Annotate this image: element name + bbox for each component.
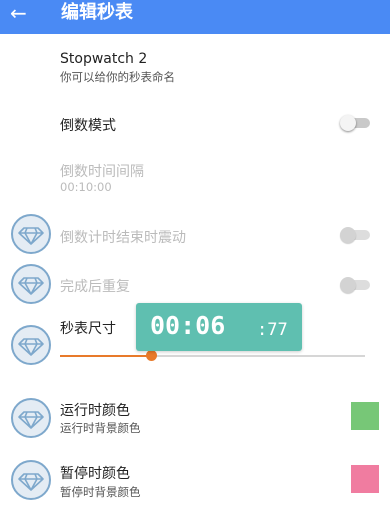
countdown-interval-value: 00:10:00 bbox=[60, 180, 112, 194]
slider-track-active bbox=[60, 355, 152, 357]
countdown-mode-toggle[interactable] bbox=[340, 115, 370, 131]
stopwatch-size-label: 秒表尺寸 bbox=[60, 321, 116, 337]
diamond-premium-icon[interactable] bbox=[11, 460, 51, 500]
paused-color-title: 暂停时颜色 bbox=[60, 466, 130, 482]
repeat-after-finish-toggle bbox=[340, 277, 370, 293]
running-color-swatch[interactable] bbox=[351, 402, 379, 430]
arrow-back-icon[interactable]: ← bbox=[10, 1, 27, 25]
paused-color-swatch[interactable] bbox=[351, 465, 379, 493]
paused-color-subtitle: 暂停时背景颜色 bbox=[60, 485, 141, 499]
size-preview-popup: 00:06 :77 bbox=[136, 303, 302, 351]
stopwatch-name-hint: 你可以给你的秒表命名 bbox=[60, 70, 175, 84]
repeat-after-finish-label: 完成后重复 bbox=[60, 279, 130, 295]
diamond-premium-icon[interactable] bbox=[11, 325, 51, 365]
preview-time-ms: :77 bbox=[257, 320, 288, 340]
vibrate-on-end-label: 倒数计时结束时震动 bbox=[60, 230, 186, 246]
diamond-premium-icon[interactable] bbox=[11, 398, 51, 438]
stopwatch-name: Stopwatch 2 bbox=[60, 51, 148, 67]
countdown-mode-label: 倒数模式 bbox=[60, 118, 116, 134]
preview-time-main: 00:06 bbox=[150, 311, 226, 340]
slider-track-inactive[interactable] bbox=[152, 355, 365, 357]
toggle-thumb bbox=[340, 227, 356, 243]
page-title: 编辑秒表 bbox=[61, 2, 133, 23]
size-slider-thumb[interactable] bbox=[146, 350, 157, 361]
toggle-thumb bbox=[340, 115, 356, 131]
toggle-thumb bbox=[340, 277, 356, 293]
app-bar: ← 编辑秒表 bbox=[0, 0, 390, 34]
running-color-subtitle: 运行时背景颜色 bbox=[60, 421, 141, 435]
diamond-premium-icon[interactable] bbox=[11, 214, 51, 254]
countdown-interval-label: 倒数时间间隔 bbox=[60, 164, 144, 180]
vibrate-on-end-toggle bbox=[340, 227, 370, 243]
diamond-premium-icon[interactable] bbox=[11, 264, 51, 304]
running-color-title: 运行时颜色 bbox=[60, 403, 130, 419]
